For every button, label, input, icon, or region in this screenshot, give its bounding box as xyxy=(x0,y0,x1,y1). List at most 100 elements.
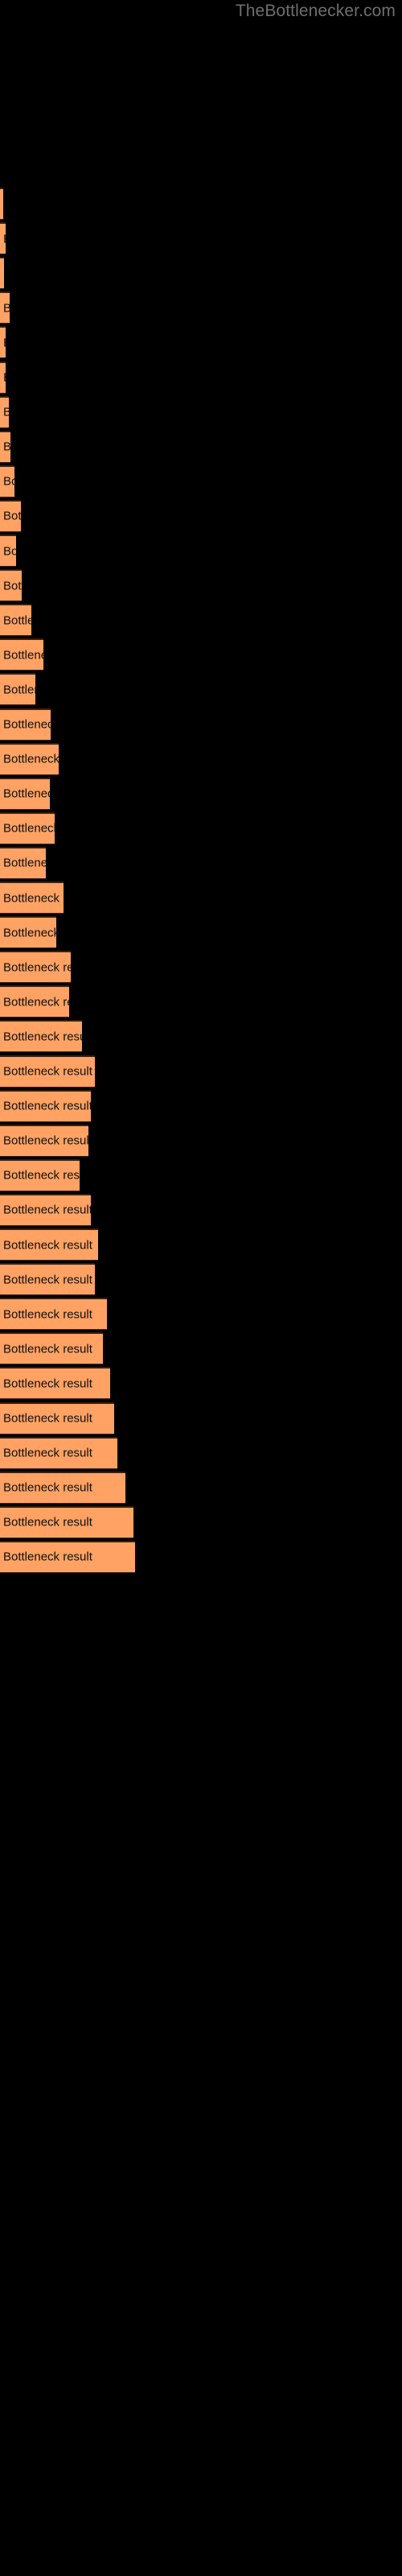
bar[interactable]: Bottleneck result xyxy=(0,1158,80,1191)
bar[interactable]: Bottleneck result xyxy=(0,846,46,879)
bar[interactable]: Bottleneck result xyxy=(0,985,69,1018)
bar[interactable]: Bottleneck result xyxy=(0,464,14,497)
bar[interactable]: Bottleneck result xyxy=(0,1540,135,1573)
bar-row: Bottleneck result xyxy=(0,569,402,602)
bar-label: Bottleneck result xyxy=(3,717,51,732)
bar-label: Bottleneck result xyxy=(3,821,55,836)
bar-row: Bottleneck result xyxy=(0,708,402,741)
bar[interactable]: Bottleneck result xyxy=(0,1228,98,1261)
bar-label: Bottleneck result xyxy=(3,752,59,766)
bar[interactable]: Bottleneck result xyxy=(0,535,16,567)
bar-label: Bottleneck result xyxy=(3,544,16,558)
bar-label: Bottleneck result xyxy=(3,683,35,697)
bar[interactable]: Bottleneck result xyxy=(0,1020,82,1053)
bar[interactable]: Bottleneck result xyxy=(0,777,50,810)
bar-row: Bottleneck result xyxy=(0,1436,402,1469)
bottleneck-bar-chart: TheBottlenecker.com Bottleneck result Bot… xyxy=(0,0,402,2576)
bar-row: Bottleneck result xyxy=(0,291,402,324)
site-watermark: TheBottlenecker.com xyxy=(235,2,396,20)
bar-label: Bottleneck result xyxy=(3,1238,92,1252)
bar-row: Bottleneck result xyxy=(0,1193,402,1226)
bar-label: Bottleneck result xyxy=(3,1030,82,1044)
bar-label: Bottleneck result xyxy=(3,613,31,628)
bar-row: Bottleneck result xyxy=(0,1471,402,1504)
bar-row: Bottleneck result xyxy=(0,535,402,567)
bar[interactable]: Bottleneck result xyxy=(0,1332,103,1365)
bar-label: Bottleneck result xyxy=(3,1446,92,1460)
bar[interactable]: Bottleneck result xyxy=(0,430,10,463)
bar-row: Bottleneck result xyxy=(0,257,402,290)
bar-label: Bottleneck result xyxy=(3,579,22,593)
bar-label: Bottleneck result xyxy=(3,474,14,489)
bar[interactable]: Bottleneck result xyxy=(0,811,55,844)
bar-label: Bottleneck result xyxy=(3,891,64,905)
bar-row: Bottleneck result xyxy=(0,1505,402,1538)
bar-row: Bottleneck result xyxy=(0,1055,402,1088)
bar-row: Bottleneck result xyxy=(0,777,402,810)
bar[interactable]: Bottleneck result xyxy=(0,916,56,949)
bar[interactable]: Bottleneck result xyxy=(0,1505,133,1538)
bar-row: Bottleneck result xyxy=(0,430,402,463)
bar[interactable]: Bottleneck result xyxy=(0,1402,114,1435)
bar-row: Bottleneck result xyxy=(0,638,402,671)
bar[interactable]: Bottleneck result xyxy=(0,1124,88,1157)
bar-row: Bottleneck result xyxy=(0,673,402,706)
bar-label: Bottleneck result xyxy=(3,1133,88,1148)
bar-row: Bottleneck result xyxy=(0,188,402,220)
bar-row: Bottleneck result xyxy=(0,1402,402,1435)
bar-label: Bottleneck result xyxy=(3,856,46,870)
bar-row: Bottleneck result xyxy=(0,604,402,637)
bar-label: Bottleneck result xyxy=(3,1377,92,1391)
bar-label: Bottleneck result xyxy=(3,336,6,349)
bar[interactable]: Bottleneck result xyxy=(0,326,6,359)
bar[interactable]: Bottleneck result xyxy=(0,1263,95,1296)
bar[interactable]: Bottleneck result xyxy=(0,1298,107,1331)
bar-label: Bottleneck result xyxy=(3,926,56,940)
bar-label: Bottleneck result xyxy=(3,441,10,453)
bar[interactable]: Bottleneck result xyxy=(0,188,3,220)
bar[interactable]: Bottleneck result xyxy=(0,569,22,602)
bar-label: Bottleneck result xyxy=(3,1411,92,1426)
bar-label: Bottleneck result xyxy=(3,372,6,384)
bar[interactable]: Bottleneck result xyxy=(0,1471,125,1504)
bar[interactable]: Bottleneck result xyxy=(0,257,4,290)
bar[interactable]: Bottleneck result xyxy=(0,1367,110,1400)
bar[interactable]: Bottleneck result xyxy=(0,708,51,741)
bar-label: Bottleneck result xyxy=(3,786,50,801)
bar-row: Bottleneck result xyxy=(0,1540,402,1573)
bar-row: Bottleneck result xyxy=(0,1158,402,1191)
bar-label: Bottleneck result xyxy=(3,648,43,663)
bar-row: Bottleneck result xyxy=(0,395,402,428)
bar[interactable]: Bottleneck result xyxy=(0,742,59,775)
bar-row: Bottleneck result xyxy=(0,811,402,844)
bar[interactable]: Bottleneck result xyxy=(0,1436,117,1469)
bar[interactable]: Bottleneck result xyxy=(0,499,21,532)
bar[interactable]: Bottleneck result xyxy=(0,604,31,637)
bar-label: Bottleneck result xyxy=(3,1273,92,1287)
bar-row: Bottleneck result xyxy=(0,985,402,1018)
bar-label: Bottleneck result xyxy=(3,1550,92,1564)
bar-label: Bottleneck result xyxy=(3,1307,92,1322)
bar-label: Bottleneck result xyxy=(3,1168,80,1183)
bar[interactable]: Bottleneck result xyxy=(0,291,10,324)
bar[interactable]: Bottleneck result xyxy=(0,1193,91,1226)
bar-row: Bottleneck result xyxy=(0,1332,402,1365)
bar[interactable]: Bottleneck result xyxy=(0,361,6,394)
bar[interactable]: Bottleneck result xyxy=(0,1055,95,1088)
bar-row: Bottleneck result xyxy=(0,464,402,497)
bar[interactable]: Bottleneck result xyxy=(0,638,43,671)
bar[interactable]: Bottleneck result xyxy=(0,881,64,914)
bar[interactable]: Bottleneck result xyxy=(0,1089,91,1122)
bar-row: Bottleneck result xyxy=(0,326,402,359)
bar[interactable]: Bottleneck result xyxy=(0,951,71,984)
bar-label: Bottleneck result xyxy=(3,1099,91,1113)
bar-row: Bottleneck result xyxy=(0,1298,402,1331)
bar[interactable]: Bottleneck result xyxy=(0,222,6,255)
bar-row: Bottleneck result xyxy=(0,1124,402,1157)
bar-label: Bottleneck result xyxy=(3,302,10,314)
bar-label: Bottleneck result xyxy=(3,407,9,419)
bar-label: Bottleneck result xyxy=(3,1203,91,1217)
bar[interactable]: Bottleneck result xyxy=(0,673,35,706)
bar[interactable]: Bottleneck result xyxy=(0,395,9,428)
bar-label: Bottleneck result xyxy=(3,233,6,245)
